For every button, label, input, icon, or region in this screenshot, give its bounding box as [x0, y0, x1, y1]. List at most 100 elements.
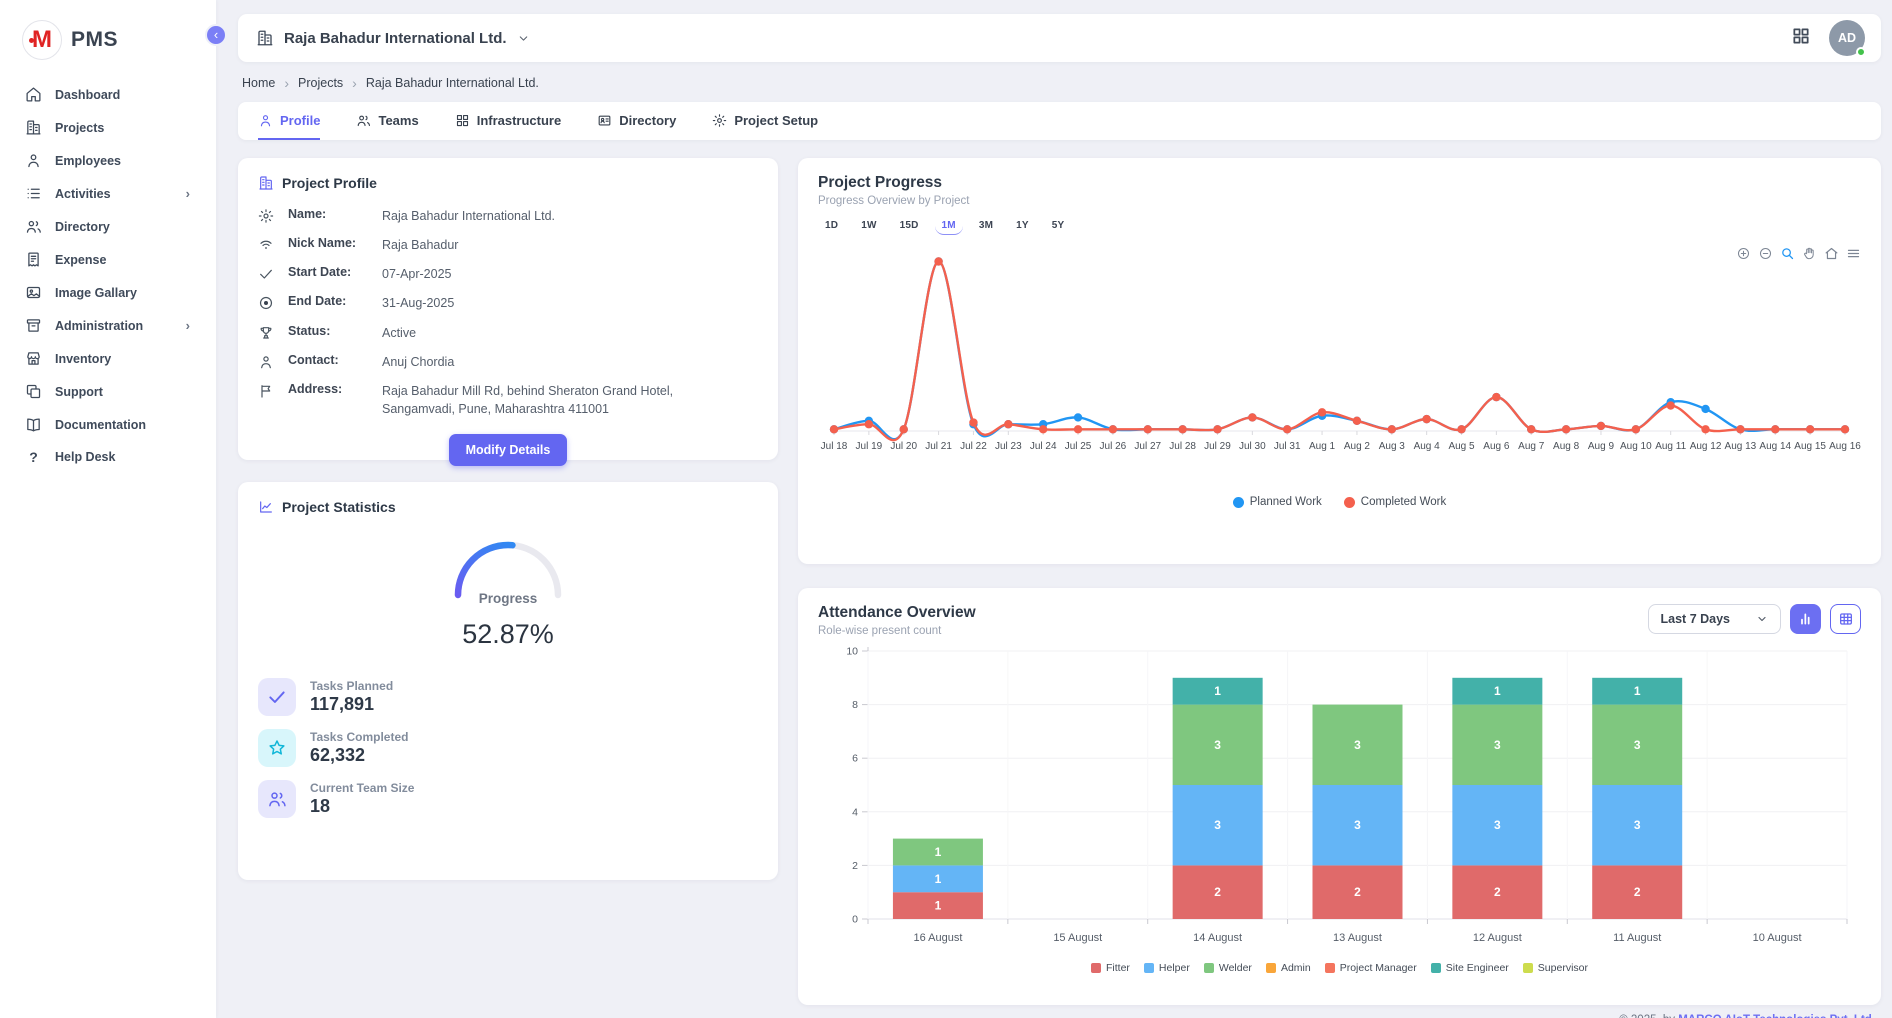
pan-hand-icon[interactable]	[1802, 246, 1817, 261]
legend-item[interactable]: Fitter	[1091, 962, 1130, 974]
x-axis-label: Aug 13	[1725, 441, 1757, 452]
range-button-15d[interactable]: 15D	[893, 217, 926, 235]
sidebar-item-help-desk[interactable]: ? Help Desk	[0, 441, 216, 473]
sidebar-item-documentation[interactable]: Documentation	[0, 408, 216, 441]
legend-item[interactable]: Helper	[1144, 962, 1190, 974]
y-axis-label: 8	[852, 699, 858, 711]
y-axis-label: 10	[846, 646, 858, 658]
x-axis-label: Aug 3	[1379, 441, 1406, 452]
period-select[interactable]: Last 7 Days	[1648, 604, 1781, 634]
legend-swatch	[1144, 963, 1154, 973]
range-button-3m[interactable]: 3M	[972, 217, 1000, 235]
chart-line-icon	[258, 499, 274, 515]
sidebar-item-support[interactable]: Support	[0, 375, 216, 408]
attendance-subtitle: Role-wise present count	[818, 625, 976, 637]
stat-team-size: Current Team Size 18	[258, 780, 758, 818]
tab-directory[interactable]: Directory	[597, 102, 676, 140]
flag-icon	[258, 383, 274, 399]
data-point	[1248, 413, 1256, 421]
progress-line-chart[interactable]: Jul 18Jul 19Jul 20Jul 21Jul 22Jul 23Jul …	[818, 235, 1861, 487]
record-circle-icon	[258, 295, 274, 311]
range-button-5y[interactable]: 5Y	[1045, 217, 1072, 235]
sidebar-item-label: Activities	[55, 187, 173, 201]
data-point	[1004, 420, 1012, 428]
zoom-in-icon[interactable]	[1736, 246, 1751, 261]
bar-value-label: 1	[1494, 684, 1501, 698]
data-point	[1422, 415, 1430, 423]
legend-item[interactable]: Supervisor	[1523, 962, 1588, 974]
bar-value-label: 1	[935, 845, 942, 859]
receipt-icon	[25, 251, 42, 268]
data-point	[1178, 425, 1186, 433]
bar-value-label: 2	[1354, 885, 1361, 899]
building-icon	[256, 29, 274, 47]
data-point	[1109, 425, 1117, 433]
chevron-right-icon: ›	[352, 75, 357, 91]
menu-icon[interactable]	[1846, 246, 1861, 261]
data-point	[1806, 425, 1814, 433]
bar-value-label: 2	[1494, 885, 1501, 899]
sidebar-item-administration[interactable]: Administration ›	[0, 309, 216, 342]
attendance-controls: Last 7 Days	[1648, 604, 1861, 634]
data-point	[1144, 425, 1152, 433]
zoom-select-icon[interactable]	[1780, 246, 1795, 261]
bar-value-label: 3	[1354, 738, 1361, 752]
zoom-out-icon[interactable]	[1758, 246, 1773, 261]
data-point	[1736, 425, 1744, 433]
attendance-bar-chart[interactable]: 024681011116 August15 August233114 Augus…	[818, 637, 1861, 955]
sidebar-item-image-gallery[interactable]: Image Gallary	[0, 276, 216, 309]
modify-details-button[interactable]: Modify Details	[449, 434, 568, 466]
breadcrumb-projects[interactable]: Projects	[298, 76, 343, 90]
range-button-1d[interactable]: 1D	[818, 217, 845, 235]
profile-fields: Name: Raja Bahadur International Ltd. Ni…	[258, 207, 758, 418]
range-button-1m[interactable]: 1M	[935, 217, 963, 235]
legend-item[interactable]: Site Engineer	[1431, 962, 1509, 974]
legend-item[interactable]: Planned Work	[1233, 496, 1322, 508]
sidebar-item-employees[interactable]: Employees	[0, 144, 216, 177]
people-icon	[25, 218, 42, 235]
sidebar-item-projects[interactable]: Projects	[0, 111, 216, 144]
pms-logo-icon: M	[22, 20, 62, 60]
sidebar-item-activities[interactable]: Activities ›	[0, 177, 216, 210]
table-view-button[interactable]	[1830, 604, 1861, 634]
sidebar-item-label: Inventory	[55, 352, 111, 366]
period-select-value: Last 7 Days	[1661, 612, 1730, 626]
legend-item[interactable]: Welder	[1204, 962, 1252, 974]
org-selector[interactable]: Raja Bahadur International Ltd.	[256, 29, 530, 47]
footer: © 2025, by MARCO AIoT Technologies Pvt. …	[798, 1014, 1875, 1018]
bar-view-button[interactable]	[1790, 604, 1821, 634]
legend-item[interactable]: Admin	[1266, 962, 1311, 974]
sidebar-item-label: Dashboard	[55, 88, 120, 102]
sidebar-item-expense[interactable]: Expense	[0, 243, 216, 276]
data-point	[1701, 425, 1709, 433]
home-reset-icon[interactable]	[1824, 246, 1839, 261]
company-link[interactable]: MARCO AIoT Technologies Pvt. Ltd.	[1678, 1014, 1875, 1018]
user-avatar[interactable]: AD	[1829, 20, 1865, 56]
data-point	[1527, 425, 1535, 433]
y-axis-label: 2	[852, 860, 858, 872]
sidebar-item-dashboard[interactable]: Dashboard	[0, 78, 216, 111]
range-button-1w[interactable]: 1W	[854, 217, 883, 235]
range-button-1y[interactable]: 1Y	[1009, 217, 1036, 235]
x-axis-label: Jul 28	[1169, 441, 1196, 452]
book-icon	[25, 416, 42, 433]
sidebar-item-inventory[interactable]: Inventory	[0, 342, 216, 375]
data-point	[1353, 417, 1361, 425]
sidebar-item-label: Administration	[55, 319, 173, 333]
x-axis-label: 12 August	[1473, 932, 1522, 944]
tab-infrastructure[interactable]: Infrastructure	[455, 102, 562, 140]
x-axis-label: 16 August	[913, 932, 962, 944]
x-axis-label: 14 August	[1193, 932, 1242, 944]
stat-tasks-planned: Tasks Planned 117,891	[258, 678, 758, 716]
tab-project-setup[interactable]: Project Setup	[712, 102, 818, 140]
legend-item[interactable]: Completed Work	[1344, 496, 1446, 508]
apps-grid-button[interactable]	[1791, 26, 1811, 51]
legend-item[interactable]: Project Manager	[1325, 962, 1417, 974]
breadcrumb-home[interactable]: Home	[242, 76, 275, 90]
tab-profile[interactable]: Profile	[258, 102, 320, 140]
x-axis-label: Aug 16	[1829, 441, 1861, 452]
x-axis-label: Aug 11	[1655, 441, 1686, 452]
tab-teams[interactable]: Teams	[356, 102, 418, 140]
sidebar-item-directory[interactable]: Directory	[0, 210, 216, 243]
data-point	[1213, 425, 1221, 433]
